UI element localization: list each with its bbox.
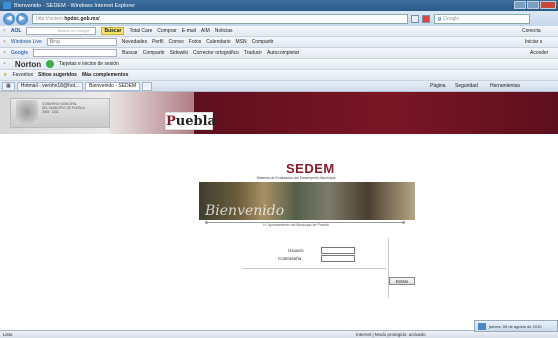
toolbar2-item-6[interactable]: Compartir <box>252 39 274 45</box>
google-toolbar: × Google Buscar Compartir Sidewiki Corre… <box>0 48 558 59</box>
site-banner: GOBIERNO MUNICIPAL DEL MUNICIPIO DE PUEB… <box>0 92 558 134</box>
toolbar1-item-0[interactable]: Total Care <box>129 28 152 34</box>
taskbar-date-popup: jueves, 05 de agosto de 2010 <box>474 320 558 332</box>
minimize-button[interactable] <box>514 1 526 9</box>
toolbar2-item-0[interactable]: Novedades <box>122 39 147 45</box>
url-prefix: http://sistem. <box>36 15 65 22</box>
contrasena-label: Contraseña <box>278 256 302 261</box>
suggested-sites[interactable]: Sitios sugeridos <box>38 72 77 78</box>
close-toolbar-icon[interactable]: × <box>3 39 6 45</box>
tab-hotmail[interactable]: Hotmail - verohn18@hot... <box>16 81 84 91</box>
toolbar2-item-3[interactable]: Fotos <box>189 39 202 45</box>
new-tab-button[interactable] <box>142 81 153 91</box>
security-zone[interactable]: Internet | Modo protegido: activado <box>356 332 425 337</box>
date-text: jueves, 05 de agosto de 2010 <box>489 323 542 329</box>
sedem-title: SEDEM <box>286 161 335 176</box>
form-divider-vertical <box>388 238 389 298</box>
toolbar3-item-2[interactable]: Corrector ortográfico <box>193 50 239 56</box>
norton-check-icon[interactable] <box>46 60 55 68</box>
close-toolbar-icon[interactable]: × <box>3 28 6 34</box>
favorites-star-icon: ★ <box>3 72 8 78</box>
usuario-label: Usuario <box>288 248 304 253</box>
window-titlebar: Bienvenido - SEDEM - Windows Internet Ex… <box>0 0 558 11</box>
refresh-button[interactable] <box>411 14 419 23</box>
norton-logo[interactable]: Norton <box>15 60 41 69</box>
tab-sedem[interactable]: Bienvenido - SEDEM <box>85 81 141 91</box>
enter-button[interactable]: Entrar <box>389 277 415 285</box>
toolbar2-item-4[interactable]: Calendario <box>206 39 230 45</box>
norton-toolbar: × Norton Tarjetas e inicios de sesión <box>0 59 558 70</box>
window-title: Bienvenido - SEDEM - Windows Internet Ex… <box>14 2 136 9</box>
toolbar1-item-2[interactable]: E-mail <box>182 28 196 34</box>
aol-buscar-button[interactable]: Buscar <box>101 27 125 35</box>
windows-live-signin[interactable]: Iniciar s <box>525 39 542 45</box>
toolbar2-item-1[interactable]: Perfil <box>152 39 163 45</box>
back-button[interactable]: ◀ <box>3 12 15 25</box>
toolbar3-item-1[interactable]: Sidewiki <box>170 50 188 56</box>
ie-icon <box>3 2 11 9</box>
seal-emblem-icon <box>16 100 38 124</box>
close-button[interactable] <box>540 1 556 9</box>
google-search-icon: g <box>438 15 442 22</box>
toolbar2-item-5[interactable]: MSN <box>235 39 246 45</box>
tab-security-menu[interactable]: Seguridad <box>455 83 478 89</box>
puebla-logo: Puebla <box>165 112 216 130</box>
aol-logo[interactable]: AOL <box>11 28 22 34</box>
close-toolbar-icon[interactable]: × <box>3 61 6 67</box>
url-host: hpdsc.gob.mx/ <box>64 15 100 22</box>
windows-live-logo[interactable]: Windows Live <box>11 39 42 45</box>
sedem-subtitle: Sistema de Evaluación del Desempeño Muni… <box>256 176 336 180</box>
google-search-input[interactable] <box>33 49 118 57</box>
tab-row: ▦ Hotmail - verohn18@hot... Bienvenido -… <box>0 81 558 92</box>
aol-connect[interactable]: Conecta <box>522 28 541 34</box>
toolbar1-item-3[interactable]: AIM <box>201 28 210 34</box>
aol-search-input[interactable]: Buscar en Google <box>26 27 97 35</box>
address-row: ◀ ▶ http://sistem. hpdsc.gob.mx/ g Googl… <box>0 11 558 26</box>
maximize-button[interactable] <box>527 1 539 9</box>
toolbar3-item-0[interactable]: Compartir <box>143 50 165 56</box>
calendar-icon <box>478 322 486 330</box>
google-signin[interactable]: Acceder <box>530 50 548 56</box>
search-placeholder: Google <box>443 15 460 22</box>
window-controls <box>514 1 556 9</box>
windows-live-toolbar: × Windows Live Bing Novedades Perfil Cor… <box>0 37 558 48</box>
toolbar3-item-3[interactable]: Traducir <box>244 50 262 56</box>
toolbar3-item-4[interactable]: Autocompletar <box>267 50 299 56</box>
form-divider-horizontal <box>242 268 386 269</box>
google-logo[interactable]: Google <box>11 50 28 56</box>
address-bar[interactable]: http://sistem. hpdsc.gob.mx/ <box>32 13 408 24</box>
forward-button[interactable]: ▶ <box>16 12 28 25</box>
tab-tools-menu[interactable]: Herramientas <box>490 83 520 89</box>
search-input[interactable]: g Google <box>434 13 530 24</box>
status-text: Listo <box>3 332 13 337</box>
stop-button[interactable] <box>422 14 430 23</box>
usuario-input[interactable] <box>321 247 355 254</box>
more-addons[interactable]: Más complementos <box>82 72 128 78</box>
tab-page-menu[interactable]: Página <box>430 83 446 89</box>
seal-text: GOBIERNO MUNICIPAL DEL MUNICIPIO DE PUEB… <box>42 102 85 114</box>
favorites-bar: ★ Favoritos Sitios sugeridos Más complem… <box>0 70 558 81</box>
toolbar1-item-4[interactable]: Noticias <box>215 28 233 34</box>
welcome-text: Bienvenido <box>205 203 285 219</box>
bing-search-input[interactable]: Bing <box>46 38 117 46</box>
ayuntamiento-caption: H. Ayuntamiento del Municipio de Puebla <box>263 223 329 227</box>
norton-cards-button[interactable]: Tarjetas e inicios de sesión <box>59 61 119 67</box>
toolbar1-item-1[interactable]: Comprar <box>157 28 176 34</box>
toolbar2-item-2[interactable]: Correo <box>168 39 183 45</box>
contrasena-input[interactable] <box>321 255 355 262</box>
aol-toolbar: × AOL Buscar en Google Buscar Total Care… <box>0 26 558 37</box>
quick-tabs-button[interactable]: ▦ <box>2 81 15 91</box>
close-toolbar-icon[interactable]: × <box>3 50 6 56</box>
favorites-button[interactable]: Favoritos <box>12 72 33 78</box>
google-buscar-button[interactable]: Buscar <box>122 50 138 56</box>
